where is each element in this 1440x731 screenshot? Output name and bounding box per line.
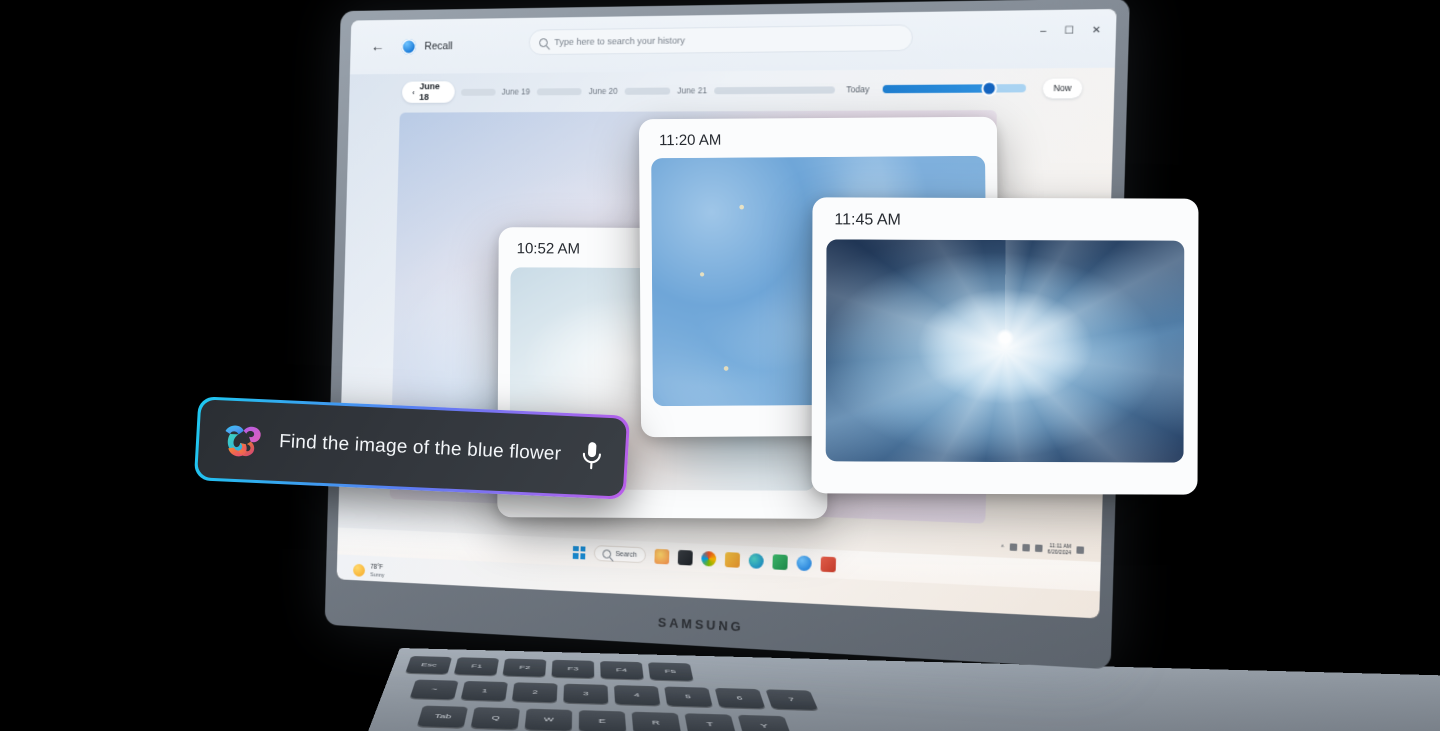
- key[interactable]: F1: [453, 657, 500, 676]
- clock[interactable]: 11:11 AM 6/20/2024: [1047, 542, 1072, 557]
- recall-app-header: ← Recall Type here to search your histor…: [349, 8, 1117, 75]
- weather-condition: Sunny: [370, 571, 385, 579]
- keyboard-row-function: Esc F1 F2 F3 F4 F5: [405, 655, 694, 681]
- copilot-prompt-inner: Find the image of the blue flower: [197, 399, 627, 497]
- taskbar-search-label: Search: [615, 550, 637, 559]
- slider-fill: [882, 84, 995, 94]
- battery-icon[interactable]: [1034, 544, 1043, 553]
- key[interactable]: R: [631, 711, 682, 731]
- teams-icon[interactable]: [772, 553, 788, 570]
- window-controls: – ☐ ✕: [1040, 25, 1101, 38]
- maximize-button[interactable]: ☐: [1064, 25, 1074, 37]
- key[interactable]: T: [684, 713, 737, 731]
- key[interactable]: Tab: [416, 705, 469, 728]
- volume-icon[interactable]: [1022, 544, 1030, 552]
- snapshot-timestamp: 11:45 AM: [834, 211, 901, 229]
- key[interactable]: 7: [765, 689, 819, 710]
- timeline-segment[interactable]: [713, 85, 836, 94]
- system-tray: ˄ 11:11 AM 6/20/2024: [1001, 540, 1085, 557]
- timeline-date-label: June 18: [418, 81, 440, 103]
- copilot-icon[interactable]: [795, 554, 812, 571]
- weather-icon[interactable]: [654, 548, 669, 564]
- key[interactable]: ~: [409, 679, 459, 700]
- chevron-left-icon[interactable]: ‹: [412, 88, 415, 97]
- copilot-logo-icon: [218, 419, 266, 461]
- key[interactable]: F4: [600, 660, 644, 680]
- file-explorer-icon[interactable]: [677, 549, 693, 566]
- key[interactable]: Y: [737, 714, 792, 731]
- key[interactable]: F3: [551, 659, 595, 679]
- key[interactable]: Q: [470, 707, 520, 730]
- office-icon[interactable]: [820, 555, 836, 572]
- timeline-date-june20[interactable]: June 20: [589, 86, 618, 96]
- sun-icon: [352, 564, 366, 578]
- photos-icon[interactable]: [700, 550, 716, 567]
- edge-icon[interactable]: [748, 552, 764, 569]
- screenshot-stage: Esc F1 F2 F3 F4 F5 ~ 1 2 3 4 5 6 7 Tab Q…: [0, 0, 1440, 731]
- recall-icon: [401, 38, 417, 55]
- app-title: Recall: [424, 40, 453, 53]
- microphone-icon[interactable]: [578, 439, 606, 474]
- laptop-keyboard-deck: Esc F1 F2 F3 F4 F5 ~ 1 2 3 4 5 6 7 Tab Q…: [347, 648, 1440, 731]
- timeline-segment[interactable]: [536, 87, 583, 95]
- timeline-today-label: Today: [846, 84, 870, 95]
- keyboard-row-qwerty: Tab Q W E R T Y: [416, 705, 792, 731]
- key[interactable]: F2: [502, 658, 547, 677]
- key[interactable]: W: [524, 708, 573, 731]
- snapshot-thumbnail[interactable]: [825, 239, 1185, 463]
- key[interactable]: 1: [460, 680, 508, 701]
- time-slider[interactable]: [882, 82, 1027, 95]
- start-button[interactable]: [573, 545, 586, 559]
- copilot-prompt-text: Find the image of the blue flower: [278, 430, 562, 465]
- timeline-scrubber[interactable]: ‹ June 18 June 19 June 20 June 21 Today: [401, 74, 1083, 105]
- clock-date: 6/20/2024: [1047, 548, 1072, 557]
- key[interactable]: F5: [647, 662, 694, 681]
- close-button[interactable]: ✕: [1092, 25, 1101, 37]
- key[interactable]: 4: [613, 685, 661, 706]
- windows-taskbar: Search: [337, 527, 1101, 592]
- taskbar-search[interactable]: Search: [594, 545, 646, 564]
- network-icon[interactable]: [1009, 543, 1017, 552]
- key[interactable]: 6: [714, 687, 766, 709]
- key[interactable]: Esc: [405, 655, 453, 675]
- tray-chevron-icon[interactable]: ˄: [1001, 544, 1005, 550]
- timeline-segment[interactable]: [624, 87, 671, 95]
- weather-widget[interactable]: 78°F Sunny: [346, 558, 393, 584]
- search-icon: [602, 548, 612, 559]
- key[interactable]: E: [578, 710, 627, 731]
- timeline-date-june21[interactable]: June 21: [677, 85, 707, 95]
- notification-icon[interactable]: [1076, 546, 1085, 555]
- search-input[interactable]: Type here to search your history: [528, 24, 914, 56]
- key[interactable]: 5: [664, 686, 713, 707]
- search-placeholder: Type here to search your history: [554, 34, 686, 48]
- search-icon: [539, 37, 548, 47]
- timeline-segment[interactable]: [461, 88, 496, 96]
- timeline-date-june19[interactable]: June 19: [502, 87, 531, 97]
- weather-temperature: 78°F: [370, 563, 384, 571]
- key[interactable]: 3: [563, 683, 609, 704]
- snapshot-timestamp: 11:20 AM: [658, 131, 722, 150]
- timeline-current-date[interactable]: ‹ June 18: [401, 81, 456, 103]
- keyboard-row-numbers: ~ 1 2 3 4 5 6 7: [409, 679, 819, 710]
- minimize-button[interactable]: –: [1040, 26, 1046, 38]
- store-icon[interactable]: [724, 551, 740, 568]
- snapshot-card-1145[interactable]: 11:45 AM: [811, 197, 1199, 495]
- back-arrow-icon[interactable]: ←: [368, 37, 387, 57]
- key[interactable]: 2: [511, 682, 558, 703]
- now-button[interactable]: Now: [1042, 77, 1083, 98]
